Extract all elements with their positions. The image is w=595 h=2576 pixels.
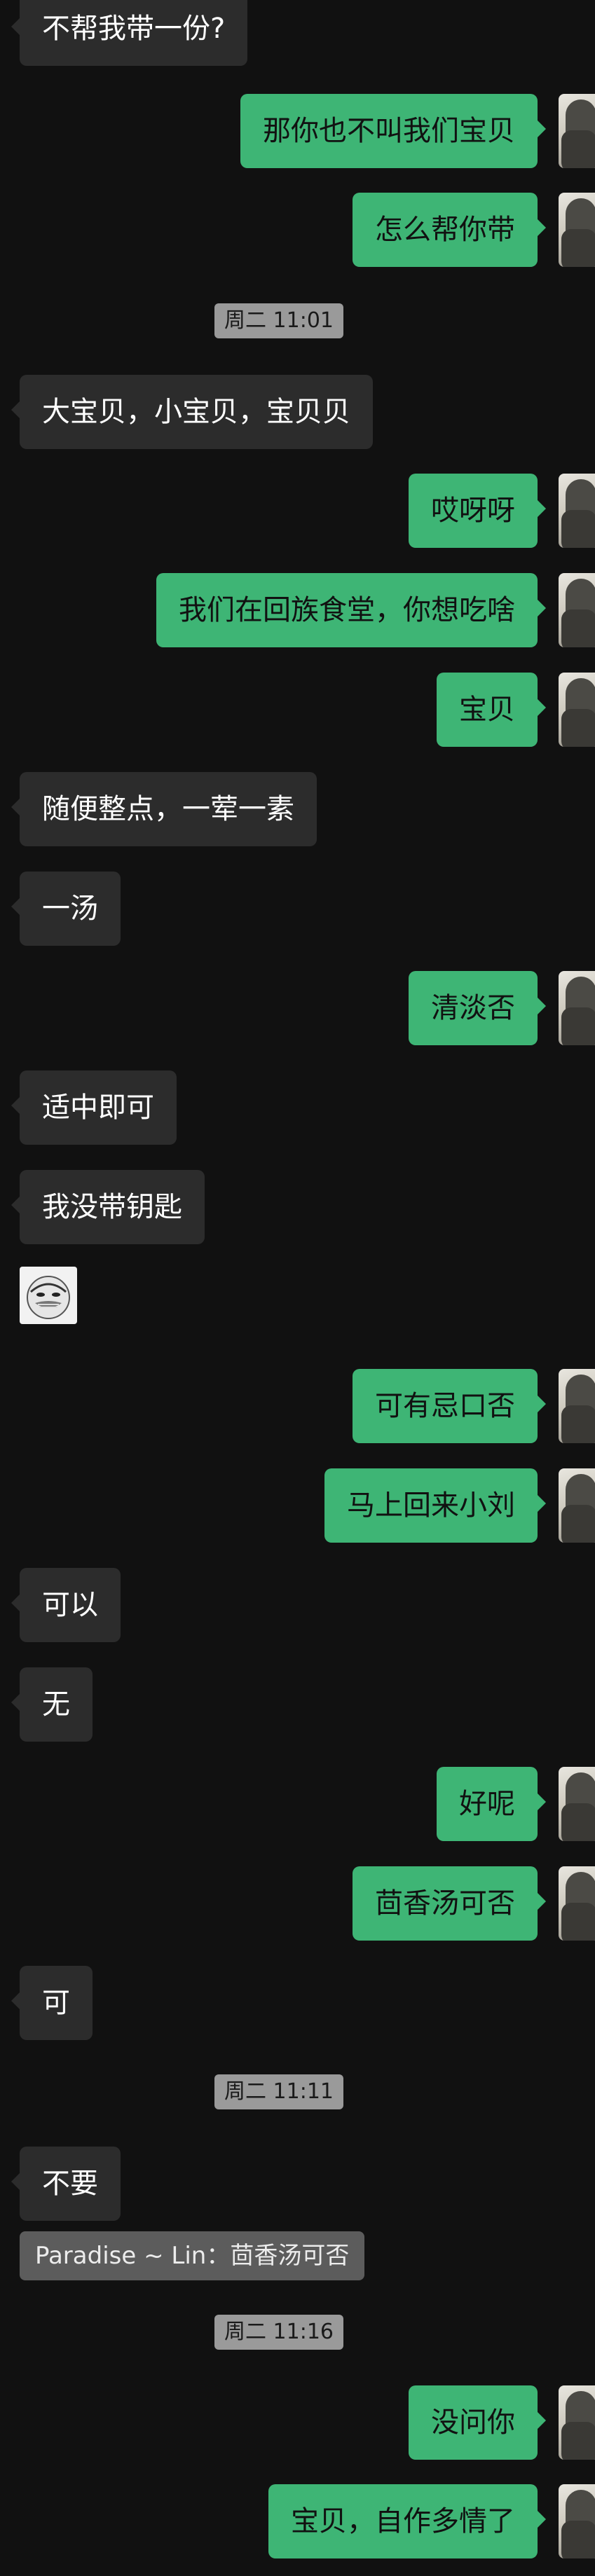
- outgoing-message[interactable]: 怎么帮你带: [353, 193, 546, 267]
- avatar[interactable]: [559, 1866, 595, 1941]
- incoming-message[interactable]: 可以: [11, 1568, 121, 1642]
- outgoing-message[interactable]: 我们在回族食堂，你想吃啥: [156, 573, 546, 647]
- outgoing-message[interactable]: 没问你: [409, 2385, 546, 2460]
- outgoing-message[interactable]: 宝贝，自作多情了: [268, 2484, 546, 2558]
- outgoing-message[interactable]: 马上回来小刘: [324, 1468, 546, 1543]
- quoted-message[interactable]: Paradise ~ Lin：茴香汤可否: [20, 2231, 365, 2280]
- avatar[interactable]: [559, 193, 595, 267]
- incoming-message[interactable]: 适中即可: [11, 1070, 177, 1145]
- incoming-message[interactable]: 我没带钥匙: [11, 1170, 205, 1244]
- meme-face-icon: [27, 1276, 70, 1319]
- incoming-message[interactable]: 大宝贝，小宝贝，宝贝贝: [11, 375, 373, 449]
- avatar[interactable]: [559, 2484, 595, 2558]
- avatar[interactable]: [559, 94, 595, 168]
- avatar[interactable]: [559, 1369, 595, 1443]
- timestamp: 周二 11:11: [214, 2074, 343, 2109]
- incoming-message[interactable]: 一汤: [11, 872, 121, 946]
- avatar[interactable]: [559, 673, 595, 747]
- avatar[interactable]: [559, 971, 595, 1045]
- avatar[interactable]: [559, 573, 595, 647]
- avatar[interactable]: [559, 2385, 595, 2460]
- avatar[interactable]: [559, 1767, 595, 1841]
- outgoing-message[interactable]: 宝贝: [437, 673, 546, 747]
- meme-face-sticker[interactable]: [20, 1267, 77, 1324]
- incoming-message[interactable]: 随便整点，一荤一素: [11, 772, 317, 846]
- outgoing-message[interactable]: 哎呀呀: [409, 474, 546, 548]
- incoming-message[interactable]: 可: [11, 1966, 93, 2040]
- outgoing-message[interactable]: 可有忌口否: [353, 1369, 546, 1443]
- timestamp: 周二 11:16: [214, 2315, 343, 2350]
- outgoing-message[interactable]: 清淡否: [409, 971, 546, 1045]
- outgoing-message[interactable]: 那你也不叫我们宝贝: [240, 94, 546, 168]
- outgoing-message[interactable]: 好呢: [437, 1767, 546, 1841]
- outgoing-message[interactable]: 茴香汤可否: [353, 1866, 546, 1941]
- timestamp: 周二 11:01: [214, 303, 343, 338]
- avatar[interactable]: [559, 1468, 595, 1543]
- incoming-message[interactable]: 无: [11, 1667, 93, 1742]
- incoming-message[interactable]: 不帮我带一份?: [11, 0, 248, 66]
- incoming-message[interactable]: 不要: [11, 2147, 121, 2221]
- avatar[interactable]: [559, 474, 595, 548]
